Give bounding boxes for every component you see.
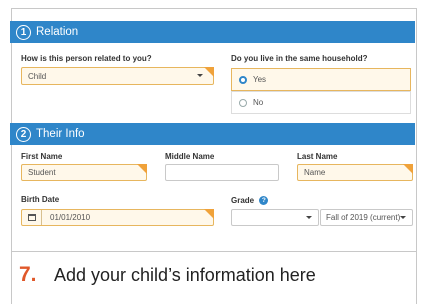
last-name-field[interactable]: Name [297, 164, 413, 181]
required-corner-icon [137, 164, 147, 174]
last-name-value: Name [304, 168, 326, 177]
first-name-label: First Name [21, 152, 63, 161]
section-title: Their Info [36, 128, 85, 140]
relation-section-header: 1 Relation [10, 21, 415, 43]
relationship-select[interactable]: Child [21, 67, 214, 85]
chevron-down-icon [197, 74, 203, 77]
birth-date-field[interactable]: 01/01/2010 [21, 209, 214, 226]
section-number: 1 [16, 24, 31, 40]
birth-date-label: Birth Date [21, 195, 60, 204]
radio-selected-icon [239, 75, 247, 84]
info-section-header: 2 Their Info [10, 123, 415, 145]
section-number: 2 [16, 126, 31, 142]
household-label: Do you live in the same household? [231, 54, 368, 63]
required-corner-icon [204, 209, 214, 219]
required-corner-icon [403, 164, 413, 174]
calendar-icon [22, 210, 42, 225]
grade-select[interactable] [231, 209, 319, 226]
grade-label-wrap: Grade ? [231, 196, 269, 206]
household-option-yes[interactable]: Yes [231, 68, 411, 91]
relationship-label: How is this person related to you? [21, 54, 152, 63]
middle-name-field[interactable] [165, 164, 279, 181]
radio-empty-icon [239, 98, 247, 107]
help-icon[interactable]: ? [259, 196, 269, 206]
first-name-field[interactable]: Student [21, 164, 147, 181]
birth-date-value: 01/01/2010 [50, 213, 91, 222]
option-label: Yes [253, 75, 267, 84]
last-name-label: Last Name [297, 152, 338, 161]
household-option-no[interactable]: No [231, 91, 411, 114]
chevron-down-icon [306, 216, 312, 219]
chevron-down-icon [400, 216, 406, 219]
term-value: Fall of 2019 (current) [326, 213, 401, 222]
grade-label: Grade [231, 196, 255, 205]
step-number: 7. [19, 263, 37, 286]
required-corner-icon [204, 67, 214, 77]
term-select[interactable]: Fall of 2019 (current) [320, 209, 413, 226]
relationship-value: Child [28, 71, 47, 81]
step-caption: Add your child’s information here [54, 265, 316, 285]
option-label: No [253, 98, 264, 107]
section-title: Relation [36, 26, 79, 38]
first-name-value: Student [28, 168, 56, 177]
middle-name-label: Middle Name [165, 152, 215, 161]
